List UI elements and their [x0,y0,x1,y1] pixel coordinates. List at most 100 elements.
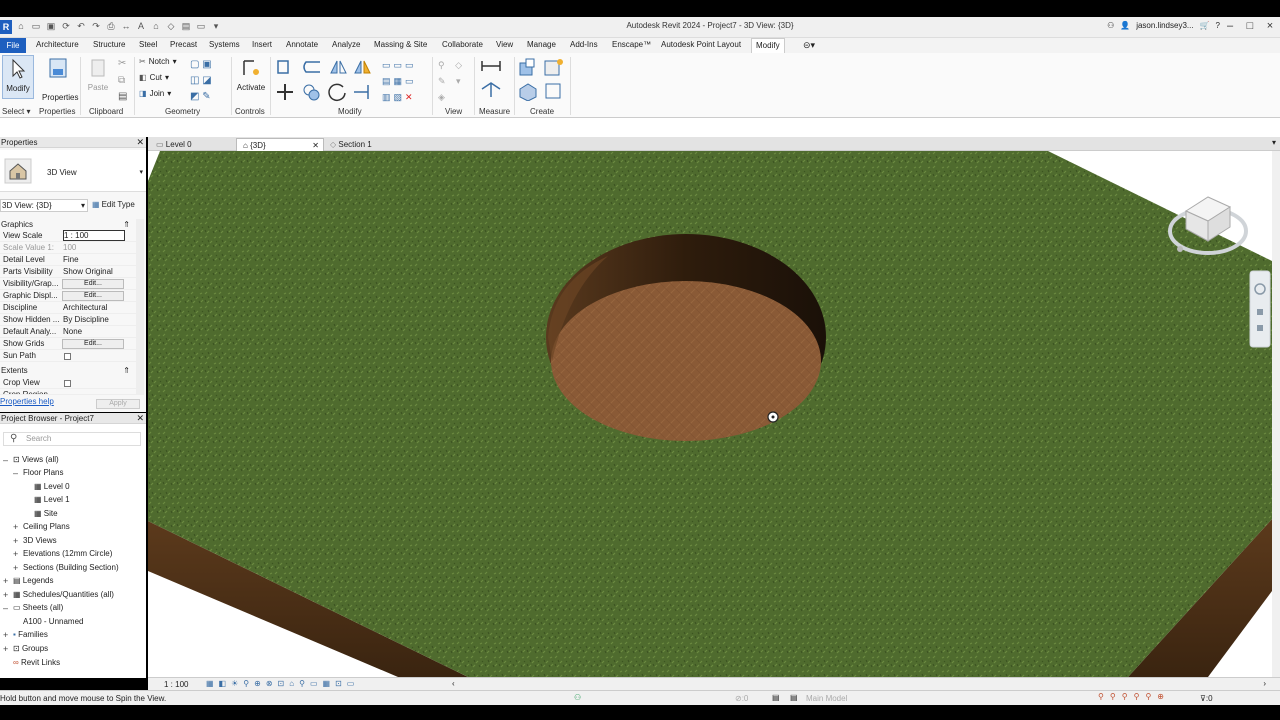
edit-type-button[interactable]: ▦ Edit Type [92,200,135,209]
3d-viewport[interactable] [148,151,1272,677]
graphic-display-edit-button[interactable]: Edit... [62,291,124,301]
design-options-icon[interactable]: ▤ [772,693,780,702]
user-icon[interactable]: 👤 [1120,21,1130,30]
tab-annotate[interactable]: Annotate [286,40,318,49]
create-parts-icon[interactable] [543,57,565,77]
prop-discipline[interactable]: Discipline Architectural [0,302,138,314]
create-similar-icon[interactable] [543,81,563,101]
offset-icon[interactable] [300,59,322,75]
expand-toggle-icon[interactable]: + [3,590,8,600]
tree-elevations[interactable]: Elevations (12mm Circle) [23,548,112,560]
tab-level-0[interactable]: ▭ Level 0 [150,138,236,151]
zoom-icon[interactable] [1257,325,1263,331]
tree-3d-views[interactable]: 3D Views [23,535,57,547]
worksets-counter[interactable]: ⊘:0 [735,694,748,703]
cut-clipboard-icon[interactable]: ✂ [118,58,126,69]
expand-toggle-icon[interactable]: + [13,536,18,546]
filter-counter[interactable]: ⊽:0 [1200,694,1213,703]
print-icon[interactable]: ⎙ [106,21,116,31]
tab-precast[interactable]: Precast [170,40,197,49]
open-icon[interactable]: ▭ [31,21,41,31]
tab-menu-icon[interactable]: ▾ [1272,138,1276,147]
paste-button[interactable]: Paste [82,55,114,99]
collapse-toggle-icon[interactable]: – [13,468,18,478]
view-tools-icons[interactable]: ⚲ ◇ ✎ ▾ ◈ [438,57,466,105]
maximize-icon[interactable]: □ [1240,19,1260,33]
activate-button[interactable]: Activate [234,55,268,99]
crop-view-checkbox[interactable] [64,380,71,387]
properties-button[interactable]: Properties [42,55,78,102]
expand-toggle-icon[interactable]: + [3,576,8,586]
tree-ceiling-plans[interactable]: Ceiling Plans [23,521,70,533]
revit-logo[interactable]: R [0,20,12,34]
join-button[interactable]: ◨ Join ▾ [139,89,171,98]
move-icon[interactable] [276,83,294,101]
tab-systems[interactable]: Systems [209,40,240,49]
geometry-tools-icons[interactable]: ▢ ▣ ◫ ◪ ◩ ✎ [190,57,212,105]
type-selector[interactable]: 3D View ▾ [0,150,146,192]
collapse-toggle-icon[interactable]: – [3,455,8,465]
navigation-bar[interactable] [1249,270,1271,348]
3d-icon[interactable]: ⌂ [151,21,161,31]
rotate-icon[interactable] [326,81,348,103]
tree-sheet-a100[interactable]: A100 - Unnamed [23,616,83,628]
tab-structure[interactable]: Structure [93,40,125,49]
viewport-scrollbar[interactable] [1272,151,1280,677]
tab-enscape[interactable]: Enscape™ [612,40,651,49]
expand-toggle-icon[interactable]: + [3,644,8,654]
close-icon[interactable]: ✕ [136,413,144,424]
tab-view[interactable]: View [496,40,513,49]
prop-parts-visibility[interactable]: Parts Visibility Show Original [0,266,138,278]
redo-icon[interactable]: ↷ [91,21,101,31]
tree-legends[interactable]: ▤ Legends [13,575,54,587]
mirror-axis-icon[interactable] [328,59,348,75]
pan-icon[interactable] [1257,309,1263,315]
copy-icon[interactable] [302,83,320,101]
collapse-toggle-icon[interactable]: – [3,603,8,613]
3d-scene[interactable] [148,151,1272,677]
close-icon[interactable]: ✕ [136,137,144,148]
tab-collaborate[interactable]: Collaborate [442,40,483,49]
undo-icon[interactable]: ↶ [76,21,86,31]
tree-floor-plans[interactable]: Floor Plans [23,467,63,479]
tab-point-layout[interactable]: Autodesk Point Layout [661,40,741,49]
tab-insert[interactable]: Insert [252,40,272,49]
close-icon[interactable]: × [1260,19,1280,33]
view-scale-button[interactable]: 1 : 100 [164,680,188,689]
prop-detail-level[interactable]: Detail Level Fine [0,254,138,266]
tree-level-1[interactable]: ▦ Level 1 [34,494,70,506]
aligned-dimension-icon[interactable] [480,59,502,73]
expand-toggle-icon[interactable]: + [13,549,18,559]
tree-views-all[interactable]: ⊡ Views (all) [13,454,59,466]
expand-toggle-icon[interactable]: + [13,522,18,532]
align-icon[interactable] [276,59,292,75]
modify-small-tools[interactable]: ▭▭▭ ▤▦▭ ▥▧✕ [382,57,417,105]
mirror-draw-icon[interactable] [352,59,372,75]
close-hidden-icon[interactable]: ▤ [181,21,191,31]
sync-icon[interactable]: ⟳ [61,21,71,31]
tree-revit-links[interactable]: ∞ Revit Links [13,657,60,669]
tree-site[interactable]: ▦ Site [34,508,58,520]
binoculars-icon[interactable]: ⚇ [1107,21,1114,30]
group-select[interactable]: Select ▾ [2,107,30,116]
scroll-right-icon[interactable]: › [1263,679,1266,688]
tab-manage[interactable]: Manage [527,40,556,49]
tree-level-0[interactable]: ▦ Level 0 [34,481,70,493]
visibility-edit-button[interactable]: Edit... [62,279,124,289]
switch-windows-icon[interactable]: ▭ [196,21,206,31]
home-icon[interactable]: ⌂ [16,21,26,31]
tab-steel[interactable]: Steel [139,40,157,49]
properties-help-link[interactable]: Properties help [0,397,54,406]
tab-3d[interactable]: ⌂ {3D} ✕ [236,138,324,151]
file-tab[interactable]: File [0,38,26,53]
tree-schedules[interactable]: ▦ Schedules/Quantities (all) [13,589,114,601]
measure-distance-icon[interactable] [480,81,502,99]
panel-toggle-icon[interactable]: ⊝▾ [803,40,815,51]
scroll-left-icon[interactable]: ‹ [452,679,455,688]
browser-search-input[interactable]: Search [3,432,141,446]
cut-button[interactable]: ◧ Cut ▾ [139,73,169,82]
tab-add-ins[interactable]: Add-Ins [570,40,598,49]
notch-button[interactable]: ✂ Notch ▾ [139,57,177,66]
properties-scrollbar[interactable] [136,219,144,395]
user-name[interactable]: jason.lindsey3... [1136,21,1193,30]
